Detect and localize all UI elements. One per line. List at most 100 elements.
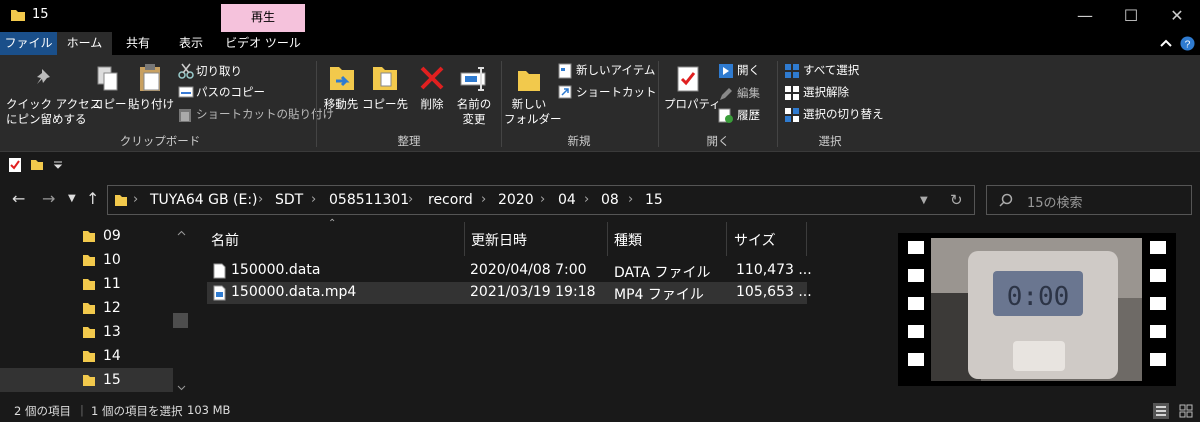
file-size: 105,653 ...: [736, 284, 812, 300]
chevron-up-icon[interactable]: [177, 230, 186, 236]
column-divider[interactable]: [607, 222, 608, 256]
breadcrumb-month[interactable]: 04: [558, 192, 576, 208]
maximize-button[interactable]: ☐: [1108, 0, 1154, 32]
properties-icon[interactable]: [8, 157, 22, 173]
file-date: 2021/03/19 19:18: [470, 284, 596, 300]
paste-shortcut-icon: [179, 109, 191, 122]
up-icon[interactable]: ↑: [86, 189, 99, 208]
svg-text:?: ?: [1185, 39, 1191, 50]
nav-item-11[interactable]: 11: [0, 272, 173, 296]
column-size[interactable]: サイズ: [734, 230, 776, 250]
rename-icon: [460, 67, 486, 91]
chevron-down-icon[interactable]: [177, 385, 186, 391]
paste-shortcut-button[interactable]: ショートカットの貼り付け: [196, 106, 334, 122]
paste-button[interactable]: 貼り付け: [128, 97, 174, 112]
breadcrumb-drive[interactable]: TUYA64 GB (E:): [150, 192, 258, 208]
column-divider[interactable]: [806, 222, 807, 256]
customize-toolbar-icon[interactable]: [53, 161, 63, 169]
tab-view[interactable]: 表示: [164, 32, 218, 55]
breadcrumb-separator-icon[interactable]: ›: [481, 192, 486, 207]
breadcrumb-separator-icon[interactable]: ›: [311, 192, 316, 207]
video-file-icon: [213, 285, 226, 301]
large-icons-view-icon[interactable]: [1178, 403, 1194, 419]
nav-item-12[interactable]: 12: [0, 296, 173, 320]
cut-button[interactable]: 切り取り: [196, 63, 242, 79]
address-bar[interactable]: › TUYA64 GB (E:) › SDT › 058511301 › rec…: [107, 185, 975, 215]
nav-item-label: 13: [103, 324, 121, 340]
delete-button[interactable]: 削除: [414, 97, 450, 112]
shortcut-button[interactable]: ショートカット: [576, 84, 657, 100]
tab-share[interactable]: 共有: [112, 32, 164, 55]
pin-to-quick-access-button[interactable]: クイック アクセス にピン留めする: [6, 97, 101, 127]
scrollbar-thumb[interactable]: [173, 313, 188, 328]
select-all-button[interactable]: すべて選択: [803, 62, 859, 78]
breadcrumb-year[interactable]: 2020: [498, 192, 534, 208]
file-type: DATA ファイル: [614, 265, 711, 281]
tab-play[interactable]: 再生: [221, 4, 305, 32]
select-none-button[interactable]: 選択解除: [803, 84, 849, 100]
breadcrumb-day[interactable]: 08: [601, 192, 619, 208]
invert-selection-button[interactable]: 選択の切り替え: [803, 106, 884, 122]
new-folder-button[interactable]: 新しい フォルダー: [504, 97, 562, 127]
column-type[interactable]: 種類: [614, 230, 642, 250]
status-selected: 1 個の項目を選択: [91, 404, 183, 418]
folder-icon: [83, 375, 95, 386]
breadcrumb-record[interactable]: record: [428, 192, 473, 208]
new-item-icon: [558, 63, 572, 79]
open-group-label: 開く: [706, 134, 730, 148]
sort-ascending-icon: ⌃: [328, 218, 337, 229]
preview-pane: 0:00: [898, 233, 1176, 386]
close-button[interactable]: ✕: [1154, 0, 1200, 32]
recent-locations-chevron-icon[interactable]: ▼: [68, 193, 76, 204]
move-to-button[interactable]: 移動先: [320, 97, 362, 112]
folder-icon: [83, 327, 95, 338]
new-folder-icon[interactable]: [30, 158, 44, 171]
breadcrumb-separator-icon[interactable]: ›: [628, 192, 633, 207]
minimize-button[interactable]: —: [1062, 0, 1108, 32]
search-box[interactable]: 15の検索: [986, 185, 1192, 215]
breadcrumb-hour[interactable]: 15: [645, 192, 663, 208]
rename-button[interactable]: 名前の 変更: [452, 97, 496, 127]
refresh-icon[interactable]: ↻: [950, 191, 963, 209]
column-divider[interactable]: [726, 222, 727, 256]
nav-item-10[interactable]: 10: [0, 248, 173, 272]
breadcrumb-separator-icon[interactable]: ›: [584, 192, 589, 207]
nav-item-14[interactable]: 14: [0, 344, 173, 368]
open-button[interactable]: 開く: [737, 62, 760, 78]
back-icon[interactable]: ←: [12, 189, 25, 208]
separator: [658, 61, 659, 147]
nav-item-09[interactable]: 09: [0, 224, 173, 248]
address-dropdown-icon[interactable]: ▼: [920, 195, 928, 206]
column-date[interactable]: 更新日時: [471, 230, 527, 250]
forward-icon[interactable]: →: [42, 189, 55, 208]
tab-video-tools[interactable]: ビデオ ツール: [221, 32, 305, 55]
nav-scrollbar[interactable]: [173, 222, 190, 396]
copy-to-button[interactable]: コピー先: [362, 97, 408, 112]
nav-item-13[interactable]: 13: [0, 320, 173, 344]
file-date: 2020/04/08 7:00: [470, 262, 587, 278]
nav-item-15[interactable]: 15: [0, 368, 173, 392]
breadcrumb-separator-icon[interactable]: ›: [408, 192, 413, 207]
folder-icon: [83, 279, 95, 290]
file-row[interactable]: 150000.data.mp4 2021/03/19 19:18 MP4 ファイ…: [207, 282, 812, 304]
history-button[interactable]: 履歴: [737, 107, 760, 123]
help-icon[interactable]: ?: [1180, 36, 1195, 51]
column-name[interactable]: 名前: [211, 230, 239, 250]
breadcrumb-separator-icon[interactable]: ›: [133, 192, 138, 207]
tab-file[interactable]: ファイル: [0, 32, 57, 55]
column-divider[interactable]: [464, 222, 465, 256]
edit-button[interactable]: 編集: [737, 85, 760, 101]
breadcrumb-folder[interactable]: 058511301: [329, 192, 409, 208]
properties-button[interactable]: プロパティ: [664, 97, 721, 112]
breadcrumb-separator-icon[interactable]: ›: [258, 192, 263, 207]
tab-home[interactable]: ホーム: [57, 32, 112, 55]
copy-icon: [97, 66, 118, 91]
copy-button[interactable]: コピー: [92, 97, 127, 112]
details-view-icon[interactable]: [1153, 403, 1169, 419]
breadcrumb-separator-icon[interactable]: ›: [540, 192, 545, 207]
new-item-button[interactable]: 新しいアイテム: [576, 62, 655, 78]
file-row[interactable]: 150000.data 2020/04/08 7:00 DATA ファイル 11…: [207, 260, 812, 282]
breadcrumb-sdt[interactable]: SDT: [275, 192, 303, 208]
chevron-up-icon[interactable]: [1160, 38, 1172, 48]
copy-path-button[interactable]: パスのコピー: [196, 84, 265, 100]
